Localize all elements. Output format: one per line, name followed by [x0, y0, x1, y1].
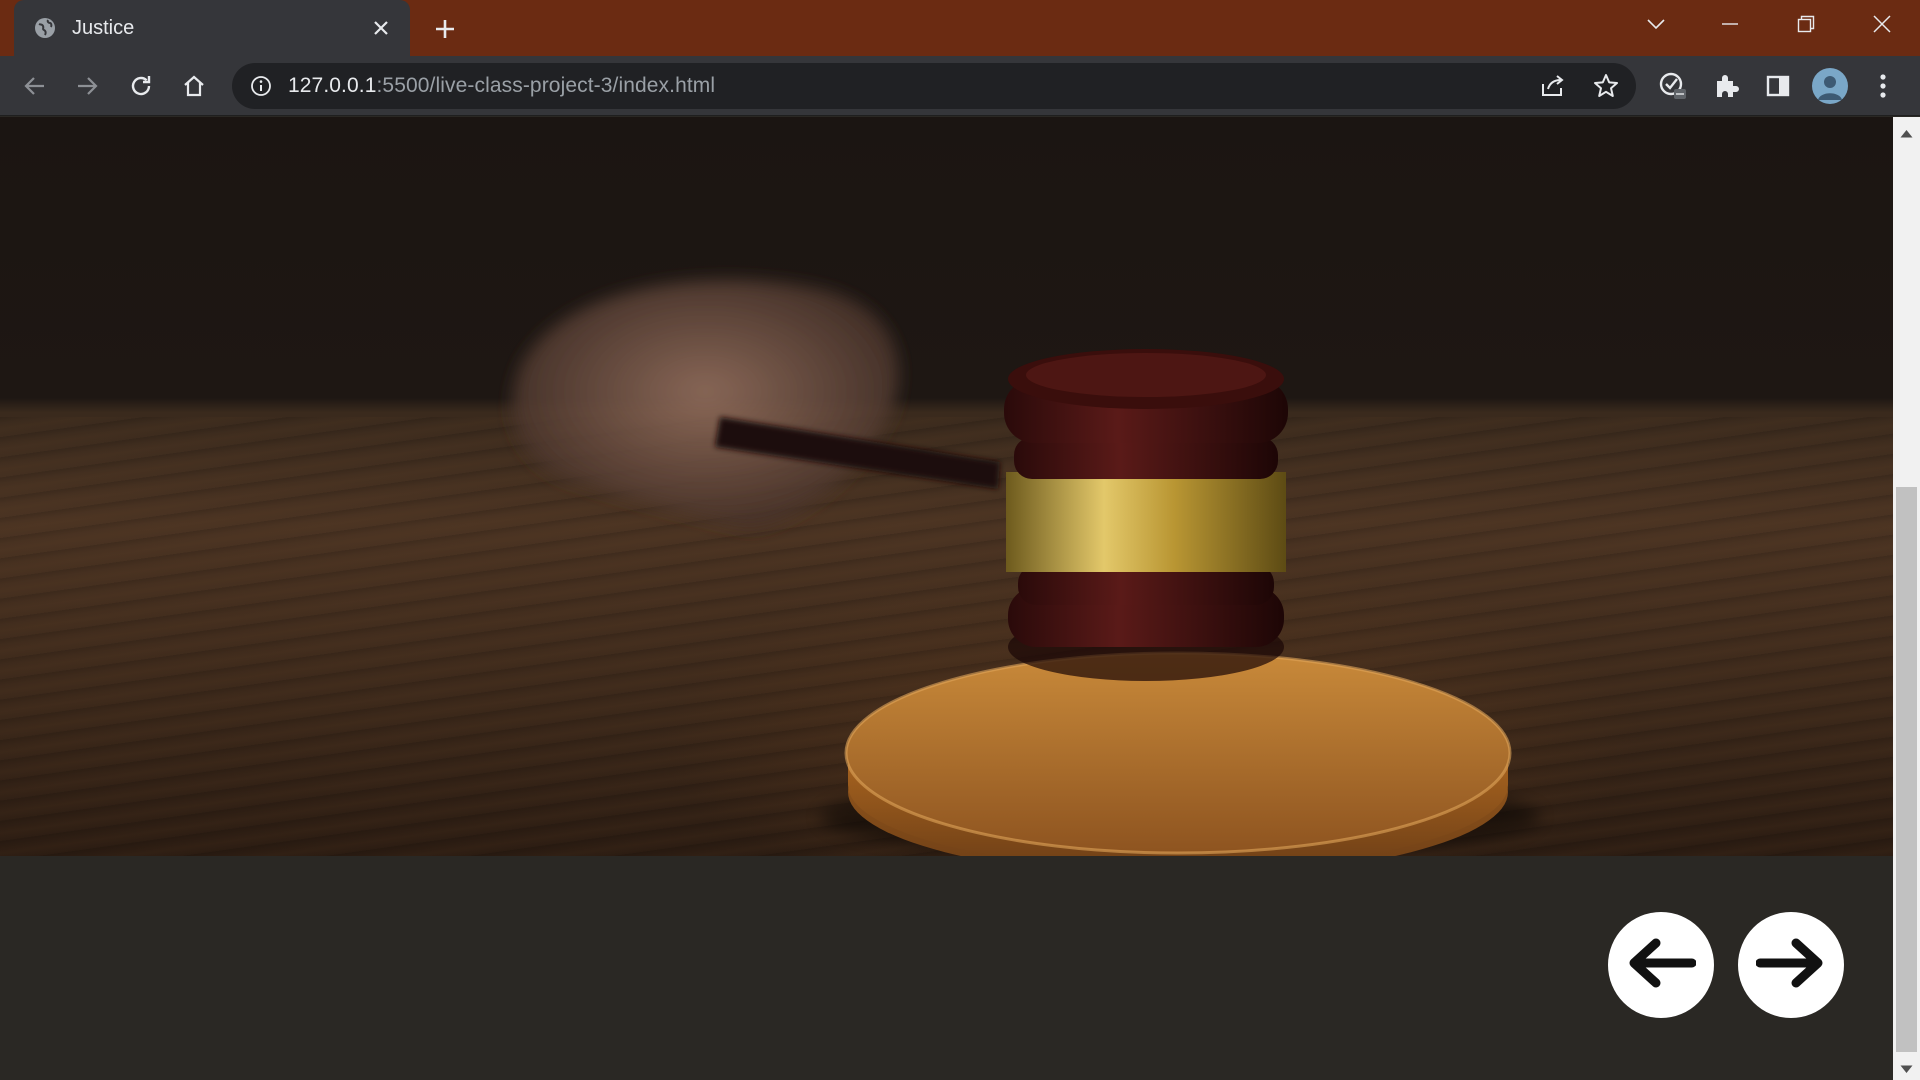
scroll-down-icon[interactable] — [1900, 1061, 1913, 1079]
hero-image-gavel — [0, 117, 1893, 856]
reload-icon[interactable] — [122, 67, 160, 105]
url-text[interactable]: 127.0.0.1:5500/live-class-project-3/inde… — [288, 63, 715, 109]
browser-title-bar: Justice — [0, 0, 1920, 56]
page-viewport — [0, 117, 1893, 1080]
globe-icon — [34, 17, 56, 39]
share-icon[interactable] — [1540, 74, 1566, 98]
next-button[interactable] — [1738, 912, 1844, 1018]
menu-kebab-icon[interactable] — [1864, 67, 1902, 105]
close-tab-icon[interactable] — [368, 15, 394, 41]
vertical-scrollbar[interactable] — [1893, 117, 1920, 1080]
tab-title: Justice — [72, 16, 135, 39]
home-icon[interactable] — [175, 67, 213, 105]
gavel-illustration — [512, 279, 1540, 856]
address-bar[interactable]: 127.0.0.1:5500/live-class-project-3/inde… — [232, 63, 1636, 109]
scrollbar-thumb[interactable] — [1896, 487, 1917, 1052]
restore-icon[interactable] — [1786, 8, 1826, 40]
browser-tab[interactable]: Justice — [14, 0, 410, 56]
back-arrow-icon[interactable] — [16, 67, 54, 105]
forward-arrow-icon[interactable] — [68, 67, 106, 105]
scroll-up-icon[interactable] — [1900, 125, 1913, 143]
url-host: 127.0.0.1 — [288, 74, 377, 97]
url-path: :5500/live-class-project-3/index.html — [376, 74, 716, 97]
profile-avatar[interactable] — [1811, 67, 1849, 105]
arrow-right-icon — [1755, 938, 1826, 993]
close-window-icon[interactable] — [1862, 8, 1902, 40]
carousel-controls — [1608, 912, 1844, 1018]
new-tab-button[interactable] — [428, 12, 462, 46]
extension-badge-icon[interactable] — [1654, 67, 1692, 105]
info-icon[interactable] — [250, 75, 272, 97]
bookmark-star-icon[interactable] — [1593, 73, 1619, 99]
browser-toolbar: 127.0.0.1:5500/live-class-project-3/inde… — [0, 56, 1920, 116]
minimize-icon[interactable] — [1710, 8, 1750, 40]
previous-button[interactable] — [1608, 912, 1714, 1018]
extensions-puzzle-icon[interactable] — [1707, 67, 1745, 105]
tab-search-chevron-icon[interactable] — [1636, 8, 1676, 40]
arrow-left-icon — [1626, 938, 1697, 993]
side-panel-icon[interactable] — [1759, 67, 1797, 105]
